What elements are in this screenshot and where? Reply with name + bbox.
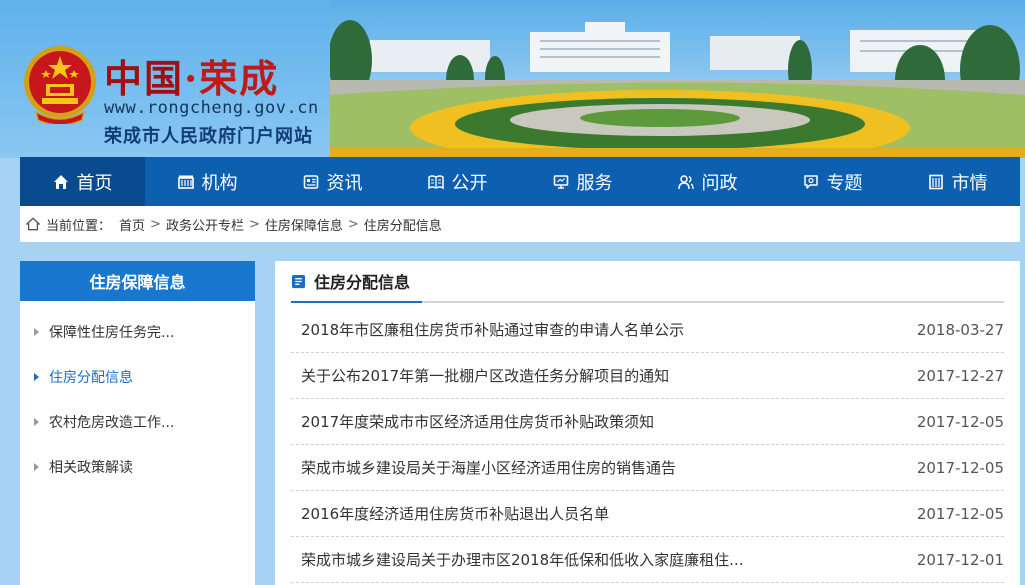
city-icon [928,174,943,189]
sidebar-item-label: 相关政策解读 [49,459,133,476]
site-logo[interactable]: 中国·荣成 www.rongcheng.gov.cn 荣成市人民政府门户网站 [18,38,318,148]
document-icon [291,274,306,288]
site-name-part1: 中国 [104,56,185,101]
arrow-right-icon [34,462,39,471]
main-content: 住房分配信息 2018年市区廉租住房货币补贴通过审查的申请人名单公示 2018-… [275,261,1020,585]
list-item[interactable]: 2017年度荣成市市区经济适用住房货币补贴政策须知 2017-12-05 [291,399,1004,445]
nav-item-label: 问政 [701,172,738,194]
breadcrumb-link-gov-open[interactable]: 政务公开专栏 [166,215,244,234]
sidebar-item-policy-interpretation[interactable]: 相关政策解读 [20,444,255,489]
header-banner-image [330,0,1025,158]
breadcrumb-separator: > [347,216,359,232]
home-icon [53,174,68,189]
building-icon [177,175,194,189]
nav-item-label: 机构 [201,172,238,194]
nav-item-label: 市情 [951,172,988,194]
article-title[interactable]: 2018年市区廉租住房货币补贴通过审查的申请人名单公示 [291,319,684,340]
nav-item-label: 资讯 [326,172,363,194]
sidebar: 住房保障信息 保障性住房任务完... 住房分配信息 农村危房改造工作... 相关… [20,261,255,585]
breadcrumb-separator: > [248,216,260,232]
people-icon [677,174,694,189]
site-name: 中国·荣成 [104,48,279,103]
article-date: 2017-12-27 [916,366,1004,385]
sidebar-item-label: 保障性住房任务完... [49,324,175,341]
nav-item-label: 服务 [576,172,613,194]
article-date: 2017-12-05 [916,412,1004,431]
home-icon [26,217,40,231]
monitor-icon [553,174,568,189]
site-subtitle: 荣成市人民政府门户网站 [104,126,313,147]
article-list: 2018年市区廉租住房货币补贴通过审查的申请人名单公示 2018-03-27 关… [291,307,1004,583]
site-url: www.rongcheng.gov.cn [104,98,319,118]
nav-item-institutions[interactable]: 机构 [145,157,270,206]
breadcrumb-link-home[interactable]: 首页 [119,215,145,234]
article-title[interactable]: 2016年度经济适用住房货币补贴退出人员名单 [291,503,609,524]
nav-item-inquiry[interactable]: 问政 [645,157,770,206]
section-title: 住房分配信息 [314,273,411,292]
article-title[interactable]: 2017年度荣成市市区经济适用住房货币补贴政策须知 [291,411,654,432]
chat-icon [803,174,818,189]
list-item[interactable]: 荣成市城乡建设局关于办理市区2018年低保和低收入家庭廉租住... 2017-1… [291,537,1004,583]
book-icon [427,174,444,189]
sidebar-title: 住房保障信息 [20,261,255,301]
sidebar-item-label: 住房分配信息 [49,369,133,386]
nav-item-news[interactable]: 资讯 [270,157,395,206]
section-header: 住房分配信息 [291,261,1004,303]
nav-item-home[interactable]: 首页 [20,157,145,206]
nav-item-city-info[interactable]: 市情 [895,157,1020,206]
list-item[interactable]: 2018年市区廉租住房货币补贴通过审查的申请人名单公示 2018-03-27 [291,307,1004,353]
site-name-dot: · [184,56,200,101]
nav-item-topics[interactable]: 专题 [770,157,895,206]
breadcrumb: 当前位置： 首页 > 政务公开专栏 > 住房保障信息 > 住房分配信息 [20,206,1020,242]
list-item[interactable]: 关于公布2017年第一批棚户区改造任务分解项目的通知 2017-12-27 [291,353,1004,399]
list-item[interactable]: 荣成市城乡建设局关于海崖小区经济适用住房的销售通告 2017-12-05 [291,445,1004,491]
breadcrumb-prefix: 当前位置： [46,218,112,234]
site-name-part2: 荣成 [199,56,280,101]
article-title[interactable]: 关于公布2017年第一批棚户区改造任务分解项目的通知 [291,365,669,386]
article-date: 2017-12-05 [916,504,1004,523]
nav-item-open[interactable]: 公开 [395,157,520,206]
arrow-right-icon [34,327,39,336]
nav-item-services[interactable]: 服务 [520,157,645,206]
arrow-right-icon [34,417,39,426]
sidebar-item-label: 农村危房改造工作... [49,414,175,431]
breadcrumb-current[interactable]: 住房分配信息 [364,215,442,234]
nav-item-label: 首页 [76,172,113,194]
arrow-right-icon [34,372,39,381]
main-nav: 首页 机构 资讯 公开 服务 问政 专题 市情 [20,157,1020,206]
section-title-tab: 住房分配信息 [291,261,422,303]
list-item[interactable]: 2016年度经济适用住房货币补贴退出人员名单 2017-12-05 [291,491,1004,537]
article-date: 2018-03-27 [916,320,1004,339]
nav-item-label: 公开 [451,172,488,194]
site-header: 中国·荣成 www.rongcheng.gov.cn 荣成市人民政府门户网站 [0,0,1025,158]
breadcrumb-link-housing[interactable]: 住房保障信息 [265,215,343,234]
sidebar-item-housing-tasks[interactable]: 保障性住房任务完... [20,309,255,354]
sidebar-item-housing-allocation[interactable]: 住房分配信息 [20,354,255,399]
breadcrumb-separator: > [150,216,161,232]
article-date: 2017-12-01 [916,550,1004,569]
article-title[interactable]: 荣成市城乡建设局关于办理市区2018年低保和低收入家庭廉租住... [291,549,743,570]
sidebar-item-rural-renovation[interactable]: 农村危房改造工作... [20,399,255,444]
nav-item-label: 专题 [826,172,863,194]
article-title[interactable]: 荣成市城乡建设局关于海崖小区经济适用住房的销售通告 [291,457,676,478]
article-date: 2017-12-05 [916,458,1004,477]
sidebar-list: 保障性住房任务完... 住房分配信息 农村危房改造工作... 相关政策解读 [20,301,255,489]
news-icon [303,174,318,189]
national-emblem-icon [24,46,96,124]
